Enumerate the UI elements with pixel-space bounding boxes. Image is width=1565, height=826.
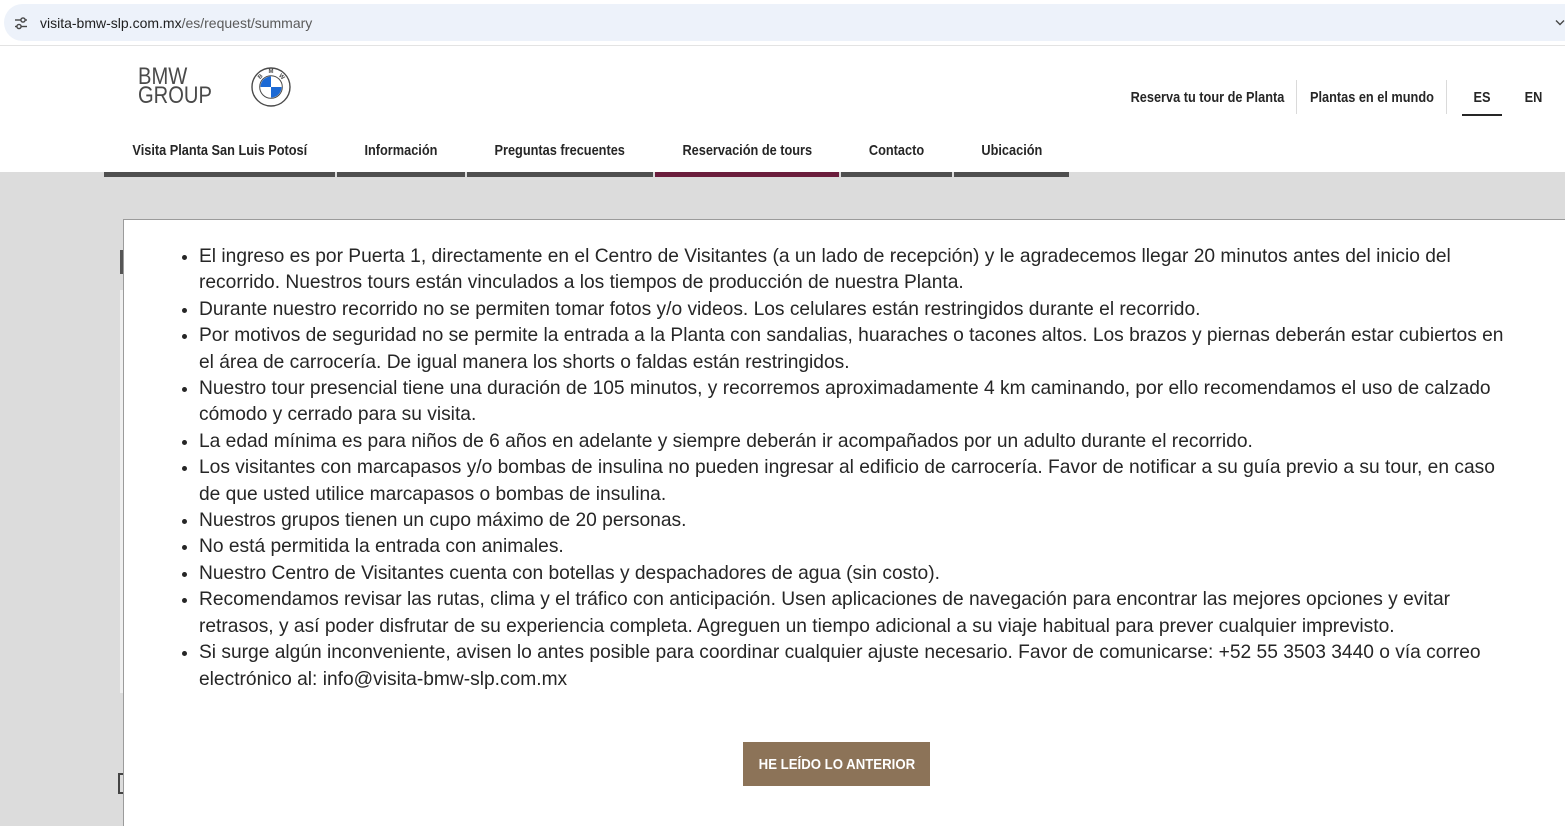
notice-item-text: El ingreso es por Puerta 1, directamente… — [199, 246, 1451, 294]
notice-item: Nuestros grupos tienen un cupo máximo de… — [182, 508, 1511, 534]
chevron-down-icon[interactable] — [1555, 19, 1565, 27]
bmw-group-logo[interactable]: BMW GROUP — [138, 65, 212, 109]
bullet-marker — [182, 439, 187, 445]
url-text[interactable]: visita-bmw-slp.com.mx/es/request/summary — [40, 14, 312, 32]
notice-item: Recomendamos revisar las rutas, clima y … — [182, 587, 1511, 640]
nav-label: Visita Planta San Luis Potosí — [132, 141, 307, 159]
nav-visita-planta[interactable]: Visita Planta San Luis Potosí — [104, 128, 335, 177]
nav-informacion[interactable]: Información — [337, 128, 465, 177]
notice-item-text: Recomendamos revisar las rutas, clima y … — [199, 589, 1451, 637]
notice-item-text: Durante nuestro recorrido no se permiten… — [199, 298, 1201, 320]
url-domain: visita-bmw-slp.com.mx — [40, 15, 182, 31]
browser-address-bar: visita-bmw-slp.com.mx/es/request/summary — [0, 0, 1565, 46]
notice-item-text: Los visitantes con marcapasos y/o bombas… — [199, 457, 1495, 505]
plants-world-label: Plantas en el mundo — [1309, 88, 1434, 106]
nav-label: Información — [364, 141, 438, 159]
url-omnibox[interactable]: visita-bmw-slp.com.mx/es/request/summary — [4, 4, 1565, 41]
url-path: /es/request/summary — [181, 15, 313, 31]
language-es-link[interactable]: ES — [1462, 80, 1502, 116]
notice-item-text: No está permitida la entrada con animale… — [199, 536, 564, 558]
nav-label: Ubicación — [981, 141, 1042, 159]
notice-item: Los visitantes con marcapasos y/o bombas… — [182, 455, 1511, 508]
nav-ubicacion[interactable]: Ubicación — [954, 128, 1069, 177]
language-en-link[interactable]: EN — [1512, 80, 1554, 116]
notice-item: Por motivos de seguridad no se permite l… — [182, 323, 1511, 376]
bullet-marker — [182, 334, 187, 340]
notice-modal: El ingreso es por Puerta 1, directamente… — [123, 219, 1565, 826]
bullet-marker — [182, 545, 187, 551]
notice-item: No está permitida la entrada con animale… — [182, 534, 1511, 560]
notice-item: La edad mínima es para niños de 6 años e… — [182, 429, 1511, 455]
notice-item-text: La edad mínima es para niños de 6 años e… — [199, 430, 1253, 452]
notice-item-text: Por motivos de seguridad no se permite l… — [199, 325, 1504, 373]
confirm-read-button-label: HE LEÍDO LO ANTERIOR — [758, 755, 915, 773]
nav-label: Contacto — [868, 141, 925, 159]
language-en-label: EN — [1524, 88, 1542, 106]
confirm-read-button[interactable]: HE LEÍDO LO ANTERIOR — [743, 742, 930, 786]
notice-item-text: Nuestro Centro de Visitantes cuenta con … — [199, 562, 940, 584]
notice-item: Durante nuestro recorrido no se permiten… — [182, 297, 1511, 323]
divider — [1446, 80, 1447, 114]
bmw-roundel-icon[interactable]: B M W — [251, 67, 291, 107]
nav-reservacion-tours[interactable]: Reservación de tours — [655, 128, 839, 177]
notice-item-text: Nuestros grupos tienen un cupo máximo de… — [199, 510, 687, 532]
notice-item-text: Si surge algún inconveniente, avisen lo … — [199, 642, 1481, 690]
site-header: BMW GROUP B M W Reserva tu tour de Plant… — [0, 46, 1565, 177]
notice-item: Si surge algún inconveniente, avisen lo … — [182, 640, 1511, 693]
bullet-marker — [182, 598, 187, 604]
notice-item: Nuestro Centro de Visitantes cuenta con … — [182, 561, 1511, 587]
bullet-marker — [182, 651, 187, 657]
bullet-marker — [182, 519, 187, 525]
notice-item: El ingreso es por Puerta 1, directamente… — [182, 244, 1511, 297]
notice-item: Nuestro tour presencial tiene una duraci… — [182, 376, 1511, 429]
page: { "browser": { "url_domain": "visita-bmw… — [0, 0, 1565, 826]
logo-line-group: GROUP — [138, 82, 212, 109]
language-es-label: ES — [1473, 88, 1491, 106]
plants-world-link[interactable]: Plantas en el mundo — [1297, 80, 1446, 114]
tune-icon[interactable] — [14, 16, 28, 30]
main-nav: Visita Planta San Luis Potosí Informació… — [104, 128, 1069, 177]
notice-list: El ingreso es por Puerta 1, directamente… — [182, 244, 1511, 693]
reserve-tour-link[interactable]: Reserva tu tour de Planta — [1118, 80, 1296, 114]
bullet-marker — [182, 571, 187, 577]
bullet-marker — [182, 307, 187, 313]
bullet-marker — [182, 466, 187, 472]
notice-item-text: Nuestro tour presencial tiene una duraci… — [199, 378, 1491, 426]
bullet-marker — [182, 387, 187, 393]
reserve-tour-label: Reserva tu tour de Planta — [1130, 88, 1284, 106]
nav-label: Reservación de tours — [682, 141, 812, 159]
nav-contacto[interactable]: Contacto — [841, 128, 952, 177]
nav-label: Preguntas frecuentes — [494, 141, 626, 159]
bullet-marker — [182, 255, 187, 260]
roundel-letter: M — [269, 69, 274, 75]
nav-preguntas-frecuentes[interactable]: Preguntas frecuentes — [467, 128, 653, 177]
